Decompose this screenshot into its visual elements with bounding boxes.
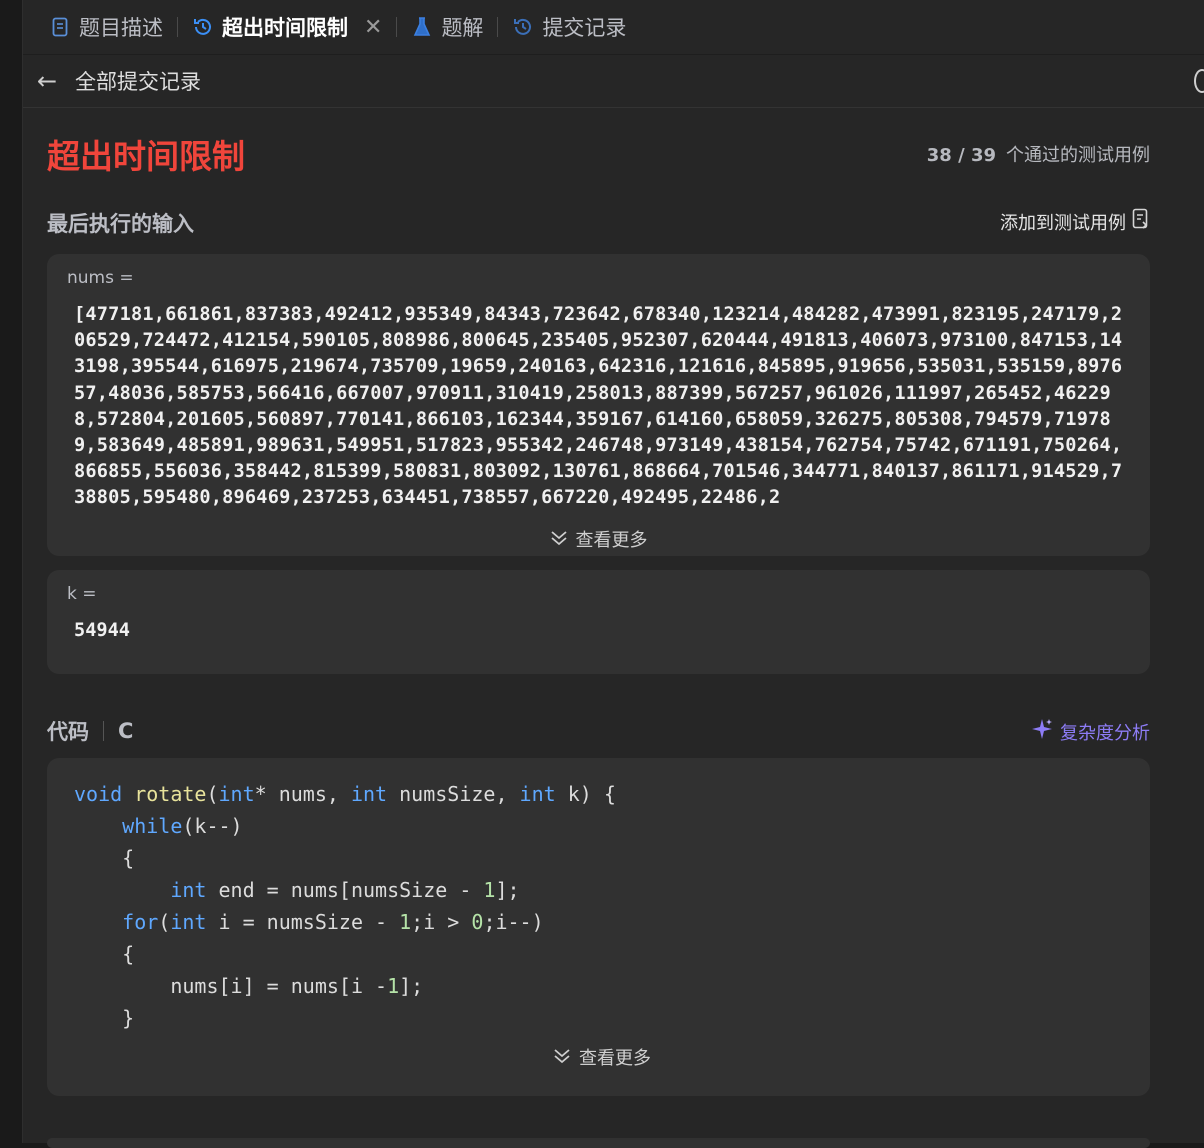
tab-description[interactable]: 题目描述: [43, 0, 169, 54]
code-token: ];: [399, 974, 424, 998]
complexity-analysis-button[interactable]: 复杂度分析: [1030, 717, 1150, 746]
code-token: ;i >: [411, 910, 472, 934]
code-line: }: [74, 1002, 1130, 1034]
doc-icon: [49, 16, 71, 38]
code-token: (: [158, 910, 171, 934]
code-token: end = nums[numsSize -: [206, 878, 484, 902]
code-label-divider: [103, 721, 104, 741]
code-token: }: [122, 1006, 135, 1030]
code-token: 0: [471, 910, 484, 934]
nums-value: [477181,661861,837383,492412,935349,8434…: [74, 304, 1123, 509]
close-icon[interactable]: ✕: [364, 15, 382, 40]
history-icon: [192, 16, 214, 38]
chevron-double-down-icon: [553, 1048, 571, 1068]
code-token: rotate: [134, 782, 207, 806]
passed-suffix: 个通过的测试用例: [1006, 145, 1150, 166]
all-submissions-link[interactable]: 全部提交记录: [75, 66, 201, 96]
code-token: {: [122, 846, 135, 870]
add-doc-icon: [1132, 208, 1150, 235]
code-token: 1: [399, 910, 412, 934]
partial-icon[interactable]: [1194, 69, 1204, 93]
k-label: k =: [67, 584, 97, 604]
back-arrow-icon[interactable]: ←: [37, 67, 67, 95]
code-line: {: [74, 938, 1130, 970]
tab-divider: [177, 17, 178, 37]
code-token: int: [170, 910, 207, 934]
add-testcase-label: 添加到测试用例: [1000, 212, 1126, 234]
code-token: int: [350, 782, 388, 806]
code-token: int: [218, 782, 255, 806]
nums-input-box: nums = [477181,661861,837383,492412,9353…: [47, 254, 1150, 556]
code-line: int end = nums[numsSize - 1];: [74, 874, 1130, 906]
code-box: void rotate(int* nums, int numsSize, int…: [47, 758, 1150, 1096]
code-token: * nums,: [254, 782, 351, 806]
next-section-edge: [47, 1138, 1150, 1148]
code-block: void rotate(int* nums, int numsSize, int…: [74, 778, 1130, 1034]
code-token: int: [519, 782, 556, 806]
code-line: for(int i = numsSize - 1;i > 0;i--): [74, 906, 1130, 938]
code-token: (: [206, 782, 219, 806]
tab-divider: [396, 17, 398, 37]
result-status: 超出时间限制: [47, 137, 245, 176]
tab-label: 题目描述: [79, 16, 163, 40]
show-more-code-button[interactable]: 查看更多: [74, 1044, 1130, 1070]
code-token: while: [122, 814, 183, 838]
code-line: while(k--): [74, 810, 1130, 842]
code-token: k) {: [555, 782, 616, 806]
show-more-label: 查看更多: [579, 1048, 651, 1069]
tab-submissions[interactable]: 提交记录: [506, 0, 632, 54]
passed-ratio: 38 / 39: [926, 145, 996, 166]
last-input-title: 最后执行的输入: [47, 212, 194, 236]
flask-icon: [411, 16, 433, 38]
tab-bar: 题目描述 超出时间限制 ✕ 题解 提交记录: [23, 0, 1204, 55]
show-more-label: 查看更多: [575, 530, 648, 551]
tab-label: 提交记录: [542, 16, 627, 40]
tab-tle-result[interactable]: 超出时间限制 ✕: [186, 0, 388, 54]
sparkle-icon: [1030, 717, 1054, 746]
tab-label: 超出时间限制: [222, 16, 348, 40]
left-edge-strip: [0, 0, 23, 1143]
result-header: 超出时间限制 38 / 39 个通过的测试用例: [47, 108, 1150, 198]
code-line: void rotate(int* nums, int numsSize, int…: [74, 778, 1130, 810]
code-token: ];: [495, 878, 520, 902]
tab-divider: [497, 17, 499, 37]
code-token: {: [122, 942, 135, 966]
code-language: C: [118, 719, 134, 743]
code-token: i = numsSize -: [206, 910, 400, 934]
code-token: 1: [387, 974, 400, 998]
code-token: for: [122, 910, 159, 934]
history-icon: [512, 16, 534, 38]
code-token: void: [74, 782, 123, 806]
tab-solutions[interactable]: 题解: [405, 0, 489, 54]
show-more-button[interactable]: 查看更多: [67, 526, 1130, 552]
submission-subheader: ← 全部提交记录: [23, 55, 1204, 108]
k-value: 54944: [74, 620, 130, 641]
chevron-double-down-icon: [550, 530, 568, 550]
tab-label: 题解: [441, 16, 484, 40]
result-content: 超出时间限制 38 / 39 个通过的测试用例 最后执行的输入 添加到测试用例 n…: [47, 108, 1150, 1096]
add-testcase-button[interactable]: 添加到测试用例: [1000, 208, 1150, 235]
code-title: 代码 C: [47, 716, 133, 746]
code-section-header: 代码 C 复杂度分析: [47, 684, 1150, 758]
code-token: (k--): [182, 814, 243, 838]
code-line: nums[i] = nums[i -1];: [74, 970, 1130, 1002]
passed-count: 38 / 39 个通过的测试用例: [927, 141, 1150, 167]
code-line: {: [74, 842, 1130, 874]
complexity-analysis-label: 复杂度分析: [1060, 722, 1150, 744]
code-label: 代码: [47, 720, 89, 744]
code-token: int: [170, 878, 207, 902]
code-token: numsSize,: [387, 782, 520, 806]
code-token: 1: [483, 878, 496, 902]
code-token: ;i--): [483, 910, 544, 934]
k-input-box: k = 54944: [47, 570, 1150, 674]
code-token: nums[i] = nums[i -: [170, 974, 388, 998]
nums-label: nums =: [67, 268, 134, 288]
input-section-header: 最后执行的输入 添加到测试用例: [47, 198, 1150, 254]
